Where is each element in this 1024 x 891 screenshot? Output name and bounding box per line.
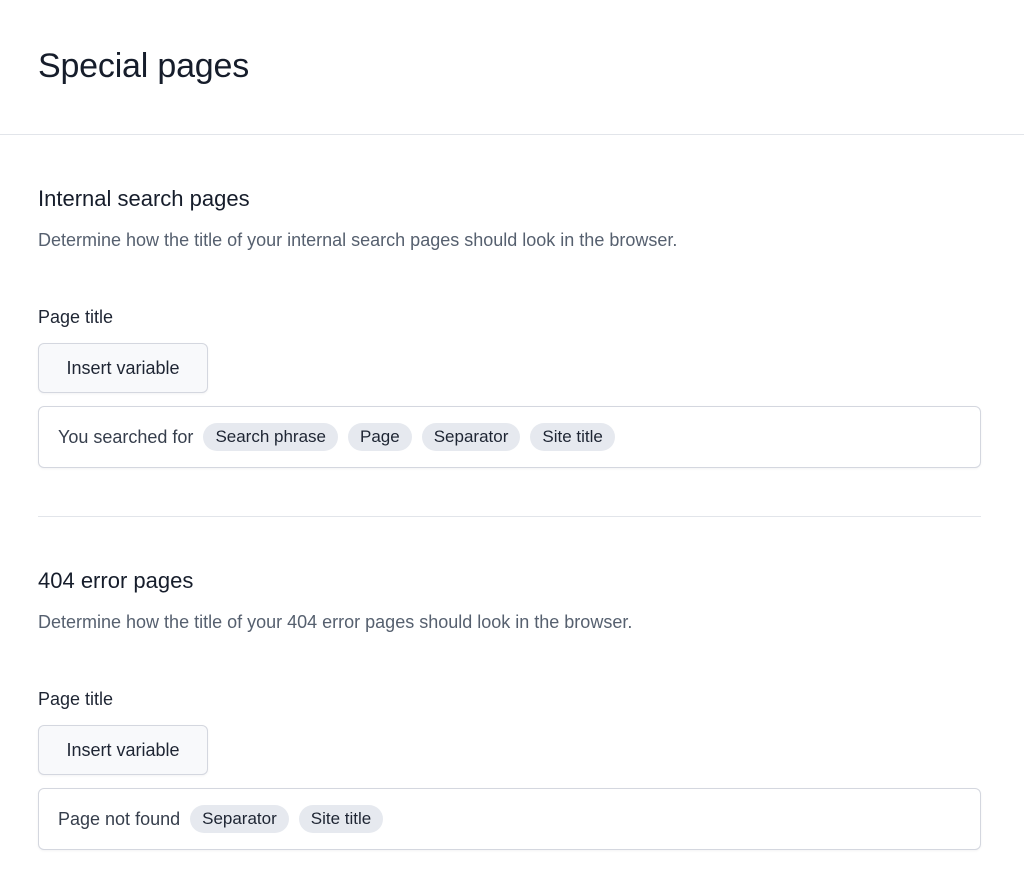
- section-divider: [38, 516, 981, 517]
- section-description: Determine how the title of your 404 erro…: [38, 612, 633, 632]
- error-page-title-input[interactable]: Page not found Separator Site title: [38, 788, 981, 850]
- variable-chip-site-title[interactable]: Site title: [298, 805, 384, 833]
- variable-chip-separator[interactable]: Separator: [190, 805, 289, 833]
- section-title: 404 error pages: [38, 568, 194, 593]
- section-description: Determine how the title of your internal…: [38, 230, 678, 250]
- variable-chip-site-title[interactable]: Site title: [530, 423, 615, 451]
- page-header: Special pages: [0, 0, 1024, 135]
- insert-variable-button[interactable]: Insert variable: [38, 725, 208, 775]
- variable-chip-separator[interactable]: Separator: [421, 423, 521, 451]
- input-static-text: Page not found: [58, 808, 181, 829]
- page-title-label: Page title: [38, 689, 114, 709]
- page-title-label: Page title: [38, 307, 114, 327]
- insert-variable-button[interactable]: Insert variable: [38, 343, 208, 393]
- input-static-text: You searched for: [58, 426, 194, 447]
- search-page-title-input[interactable]: You searched for Search phrase Page Sepa…: [38, 406, 981, 468]
- variable-chip-page[interactable]: Page: [348, 423, 412, 451]
- page-title: Special pages: [38, 47, 249, 85]
- section-title: Internal search pages: [38, 186, 250, 211]
- variable-chip-search-phrase[interactable]: Search phrase: [203, 423, 339, 451]
